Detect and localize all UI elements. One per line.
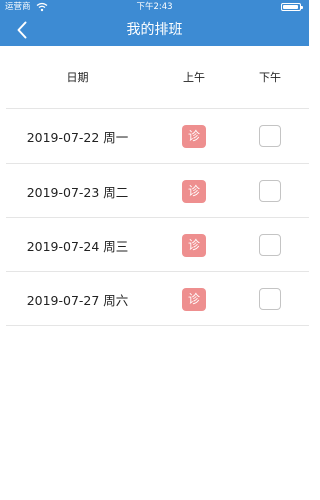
page-title: 我的排班 [126,22,183,38]
clinic-badge[interactable]: 诊 [182,124,206,148]
table-row: 2019-07-23 周二 诊 [0,164,309,218]
table-row: 2019-07-22 周一 诊 [0,109,309,163]
battery-icon [281,3,303,11]
clinic-badge[interactable]: 诊 [182,287,206,311]
row-divider [6,325,309,326]
table-row: 2019-07-24 周三 诊 [0,218,309,272]
pm-checkbox[interactable] [259,234,281,256]
pm-checkbox[interactable] [259,288,281,310]
clinic-badge[interactable]: 诊 [182,233,206,257]
pm-checkbox[interactable] [259,125,281,147]
back-button[interactable] [10,18,34,42]
table-row: 2019-07-27 周六 诊 [0,272,309,326]
nav-bar: 我的排班 [0,14,309,46]
status-time: 下午2:43 [136,2,173,12]
table-header: 日期 上午 下午 [0,46,309,108]
row-date: 2019-07-24 周三 [26,238,129,254]
header-date: 日期 [66,71,89,84]
header-am: 上午 [183,71,205,84]
row-date: 2019-07-23 周二 [26,184,129,200]
header-pm: 下午 [259,71,281,84]
top-bar: 运营商 下午2:43 我的排班 [0,0,309,46]
status-bar: 运营商 下午2:43 [0,0,309,14]
pm-checkbox[interactable] [259,180,281,202]
chevron-left-icon [17,21,27,39]
row-date: 2019-07-27 周六 [26,292,129,308]
row-date: 2019-07-22 周一 [26,129,129,145]
clinic-badge[interactable]: 诊 [182,179,206,203]
